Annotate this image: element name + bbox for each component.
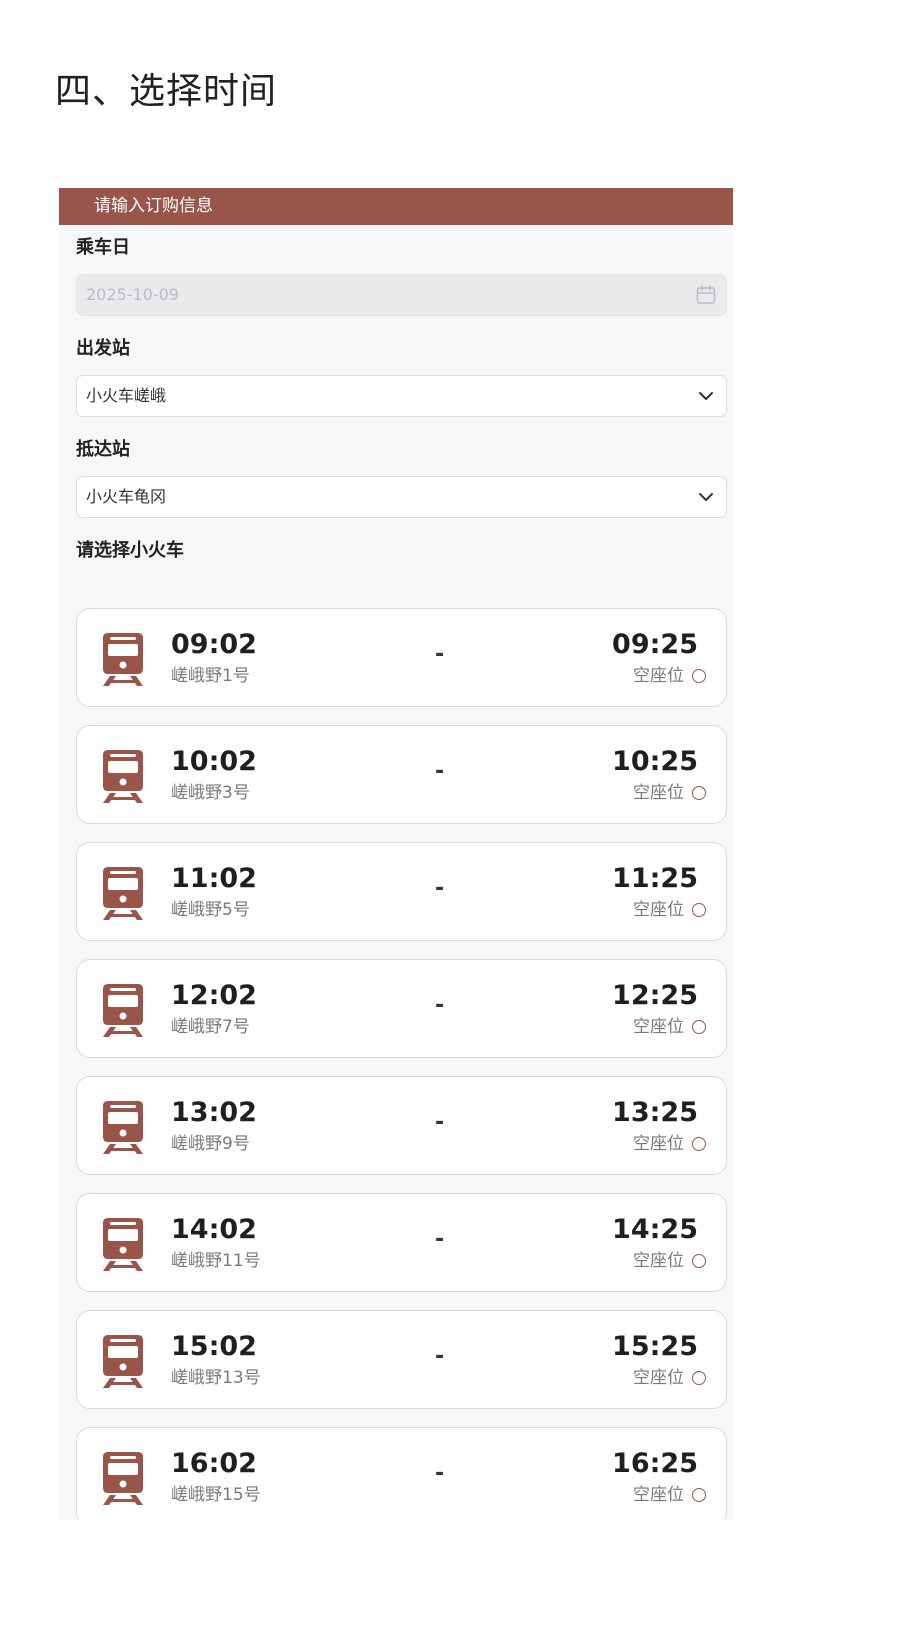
calendar-icon[interactable] <box>695 284 717 306</box>
arrival-time: 11:25 <box>612 863 698 894</box>
seat-status: 空座位 <box>633 1250 706 1272</box>
seat-label: 空座位 <box>633 1017 684 1037</box>
panel-header: 请输入订购信息 <box>59 188 733 225</box>
seat-label: 空座位 <box>633 1251 684 1271</box>
seat-label: 空座位 <box>633 1368 684 1388</box>
departure-time: 10:02 <box>171 746 257 777</box>
arrival-value: 小火车龟冈 <box>86 487 167 506</box>
seat-status: 空座位 <box>633 1367 706 1389</box>
train-name: 嵯峨野11号 <box>171 1251 261 1271</box>
departure-time: 15:02 <box>171 1331 257 1362</box>
train-card[interactable]: 14:02 嵯峨野11号 - 14:25 空座位 <box>76 1193 727 1292</box>
train-name: 嵯峨野13号 <box>171 1368 261 1388</box>
date-value: 2025-10-09 <box>86 285 179 304</box>
train-card[interactable]: 16:02 嵯峨野15号 - 16:25 空座位 <box>76 1427 727 1520</box>
page: 四、选择时间 请输入订购信息 乘车日 2025-10-09 出发站 小火车嵯峨 … <box>0 0 900 1638</box>
seat-status: 空座位 <box>633 782 706 804</box>
seat-label: 空座位 <box>633 1134 684 1154</box>
arrival-time: 16:25 <box>612 1448 698 1479</box>
train-name: 嵯峨野7号 <box>171 1017 250 1037</box>
seat-status: 空座位 <box>633 1484 706 1506</box>
train-card[interactable]: 13:02 嵯峨野9号 - 13:25 空座位 <box>76 1076 727 1175</box>
train-icon <box>103 750 143 803</box>
seat-status: 空座位 <box>633 1133 706 1155</box>
train-icon <box>103 1218 143 1271</box>
availability-circle-icon <box>692 669 706 683</box>
booking-panel: 请输入订购信息 乘车日 2025-10-09 出发站 小火车嵯峨 抵达站 小火车… <box>59 188 733 1520</box>
train-name: 嵯峨野15号 <box>171 1485 261 1505</box>
departure-time: 16:02 <box>171 1448 257 1479</box>
time-separator: - <box>435 1344 445 1369</box>
train-name: 嵯峨野3号 <box>171 783 250 803</box>
time-separator: - <box>435 759 445 784</box>
seat-label: 空座位 <box>633 1485 684 1505</box>
train-name: 嵯峨野1号 <box>171 666 250 686</box>
arrival-time: 14:25 <box>612 1214 698 1245</box>
availability-circle-icon <box>692 1020 706 1034</box>
arrival-time: 10:25 <box>612 746 698 777</box>
time-separator: - <box>435 876 445 901</box>
availability-circle-icon <box>692 1488 706 1502</box>
train-icon <box>103 633 143 686</box>
time-separator: - <box>435 642 445 667</box>
chevron-down-icon <box>699 493 713 501</box>
availability-circle-icon <box>692 786 706 800</box>
time-separator: - <box>435 1110 445 1135</box>
train-icon <box>103 984 143 1037</box>
train-card[interactable]: 12:02 嵯峨野7号 - 12:25 空座位 <box>76 959 727 1058</box>
departure-time: 11:02 <box>171 863 257 894</box>
train-name: 嵯峨野9号 <box>171 1134 250 1154</box>
train-icon <box>103 867 143 920</box>
train-list: 09:02 嵯峨野1号 - 09:25 空座位 10:02 嵯峨野3号 - 10… <box>76 608 727 1520</box>
availability-circle-icon <box>692 903 706 917</box>
departure-select[interactable]: 小火车嵯峨 <box>76 375 727 417</box>
arrival-time: 09:25 <box>612 629 698 660</box>
document-heading: 四、选择时间 <box>55 71 278 112</box>
train-section-label: 请选择小火车 <box>76 540 184 561</box>
departure-time: 13:02 <box>171 1097 257 1128</box>
seat-status: 空座位 <box>633 1016 706 1038</box>
availability-circle-icon <box>692 1254 706 1268</box>
time-separator: - <box>435 1227 445 1252</box>
train-icon <box>103 1101 143 1154</box>
train-icon <box>103 1452 143 1505</box>
departure-time: 12:02 <box>171 980 257 1011</box>
time-separator: - <box>435 993 445 1018</box>
train-card[interactable]: 15:02 嵯峨野13号 - 15:25 空座位 <box>76 1310 727 1409</box>
arrival-time: 12:25 <box>612 980 698 1011</box>
departure-time: 14:02 <box>171 1214 257 1245</box>
departure-label: 出发站 <box>76 338 130 359</box>
seat-label: 空座位 <box>633 900 684 920</box>
train-card[interactable]: 11:02 嵯峨野5号 - 11:25 空座位 <box>76 842 727 941</box>
departure-time: 09:02 <box>171 629 257 660</box>
train-card[interactable]: 09:02 嵯峨野1号 - 09:25 空座位 <box>76 608 727 707</box>
train-name: 嵯峨野5号 <box>171 900 250 920</box>
seat-label: 空座位 <box>633 666 684 686</box>
arrival-time: 15:25 <box>612 1331 698 1362</box>
train-icon <box>103 1335 143 1388</box>
availability-circle-icon <box>692 1137 706 1151</box>
date-field[interactable]: 2025-10-09 <box>76 274 727 316</box>
departure-value: 小火车嵯峨 <box>86 386 167 405</box>
arrival-time: 13:25 <box>612 1097 698 1128</box>
seat-status: 空座位 <box>633 899 706 921</box>
arrival-select[interactable]: 小火车龟冈 <box>76 476 727 518</box>
train-card[interactable]: 10:02 嵯峨野3号 - 10:25 空座位 <box>76 725 727 824</box>
time-separator: - <box>435 1461 445 1486</box>
date-label: 乘车日 <box>76 237 130 258</box>
seat-status: 空座位 <box>633 665 706 687</box>
seat-label: 空座位 <box>633 783 684 803</box>
availability-circle-icon <box>692 1371 706 1385</box>
arrival-label: 抵达站 <box>76 439 130 460</box>
chevron-down-icon <box>699 392 713 400</box>
